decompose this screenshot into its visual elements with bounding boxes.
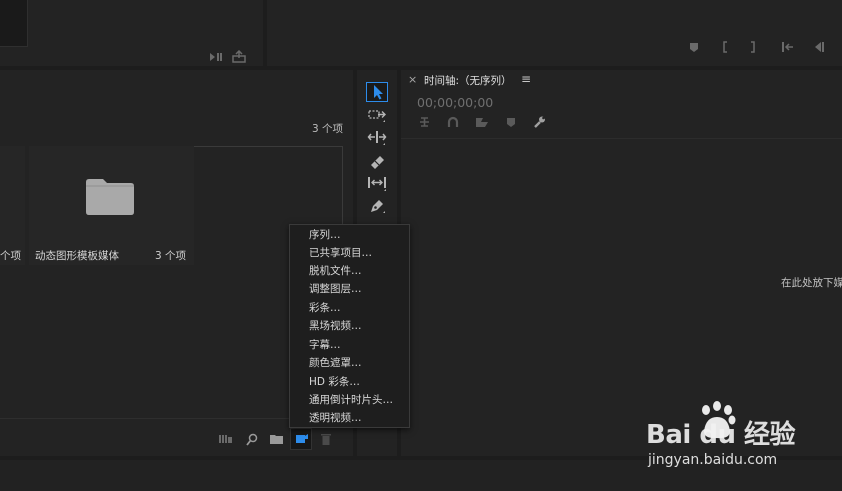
menu-item-sequence[interactable]: 序列… [309,227,341,243]
folder-tile[interactable]: 动态图形模板媒体 3 个项 [29,146,194,265]
timeline-panel [401,70,842,456]
nest-icon[interactable] [418,116,431,128]
menu-item-universal-counting-leader[interactable]: 通用倒计时片头… [309,392,393,408]
timeline-menu-button[interactable]: ≡ [521,72,531,86]
new-item-icon [295,433,308,445]
slip-tool[interactable] [366,173,388,193]
timeline-title: 时间轴:（无序列） [424,75,512,87]
menu-item-transparent-video[interactable]: 透明视频… [309,410,362,426]
program-monitor-panel [267,0,842,66]
folder-name: 动态图形模板媒体 [35,250,119,262]
folder-icon [85,176,135,216]
marker-icon[interactable] [689,42,699,53]
timeline-drop-hint: 在此处放下媒 [781,277,842,289]
menu-item-black-video[interactable]: 黑场视频… [309,318,362,334]
source-monitor-preview [0,0,28,47]
menu-item-shared-project[interactable]: 已共享项目… [309,245,372,261]
find-icon[interactable] [246,433,258,446]
automate-to-sequence-icon[interactable] [219,434,233,444]
menu-item-caption[interactable]: 字幕… [309,337,341,353]
grid-top-border [194,146,343,147]
partial-item-count: 个项 [0,250,21,262]
menu-item-bars-and-tone[interactable]: 彩条… [309,300,341,316]
timeline-header-divider [401,138,842,139]
baidu-watermark: Bai du 经验 jingyan.baidu.com [646,401,836,473]
pen-tool[interactable] [366,196,388,216]
menu-item-color-matte[interactable]: 颜色遮罩… [309,355,362,371]
watermark-url: jingyan.baidu.com [648,452,778,468]
menu-item-hd-bars-and-tone[interactable]: HD 彩条… [309,374,360,390]
ripple-edit-tool[interactable] [366,128,388,148]
clear-icon[interactable] [321,433,331,445]
mark-out-icon[interactable] [749,41,757,53]
export-frame-icon[interactable] [232,50,246,63]
insert-icon[interactable] [209,51,223,63]
add-marker-icon[interactable] [506,117,516,128]
timeline-close-button[interactable]: × [408,73,417,86]
grid-border [342,146,343,226]
watermark-brand: Bai du 经验 [646,420,796,450]
go-to-in-icon[interactable] [781,41,795,53]
track-select-tool[interactable] [366,106,388,126]
source-monitor-panel [0,0,263,66]
timeline-settings-icon[interactable] [533,115,546,128]
razor-tool[interactable] [366,151,388,171]
new-item-button[interactable] [290,428,312,450]
project-item-count: 3 个项 [312,123,344,135]
menu-item-adjustment-layer[interactable]: 调整图层… [309,281,362,297]
folder-count: 3 个项 [155,250,187,262]
snap-icon[interactable] [447,116,459,128]
selection-tool[interactable] [366,82,388,102]
new-bin-icon[interactable] [270,434,283,444]
linked-selection-icon[interactable] [475,116,489,128]
mark-in-icon[interactable] [721,41,729,53]
timeline-timecode[interactable]: 00;00;00;00 [417,95,493,110]
menu-item-offline-file[interactable]: 脱机文件… [309,263,362,279]
step-back-icon[interactable] [812,41,826,53]
new-item-menu: 序列… 已共享项目… 脱机文件… 调整图层… 彩条… 黑场视频… 字幕… 颜色遮… [289,224,410,428]
